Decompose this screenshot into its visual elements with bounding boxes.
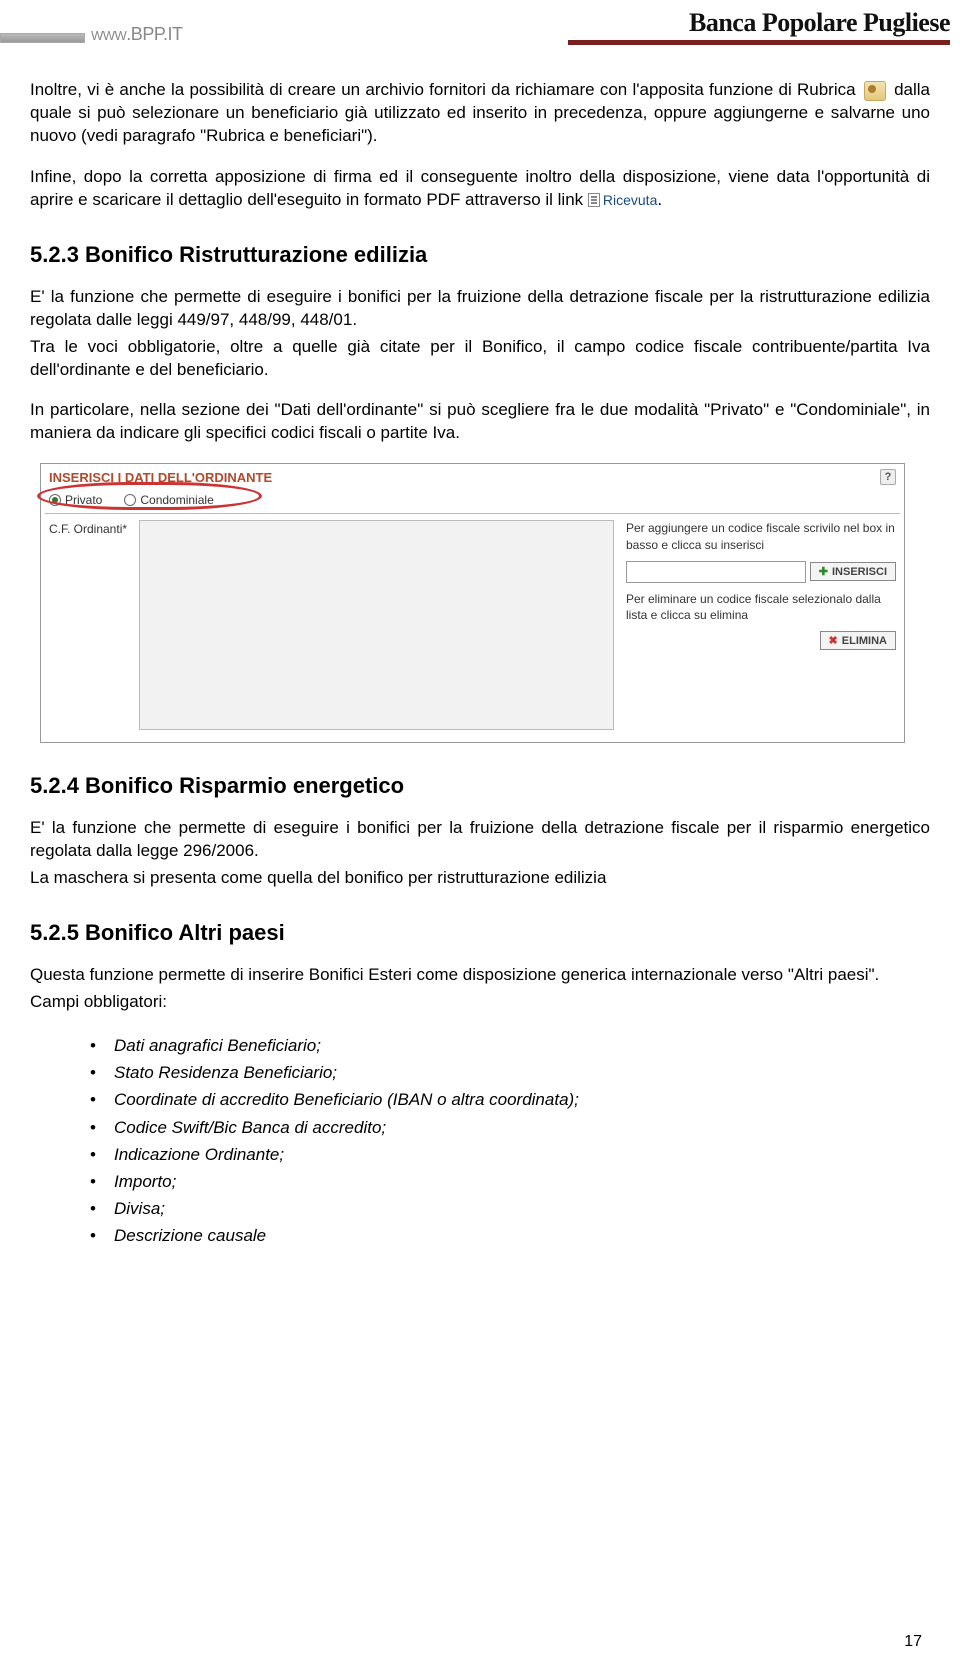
required-fields-list: Dati anagrafici Beneficiario; Stato Resi…: [30, 1032, 930, 1250]
paragraph-rubrica: Inoltre, vi è anche la possibilità di cr…: [30, 79, 930, 148]
radio-privato-label: Privato: [65, 493, 102, 507]
paragraph-ricevuta: Infine, dopo la corretta apposizione di …: [30, 166, 930, 212]
radio-row: Privato Condominiale: [41, 490, 904, 513]
radio-icon: [49, 494, 61, 506]
hint-remove: Per eliminare un codice fiscale selezion…: [626, 591, 896, 623]
section-523-p2: Tra le voci obbligatorie, oltre a quelle…: [30, 336, 930, 382]
header-right: Banca Popolare Pugliese: [568, 8, 950, 45]
rubrica-icon: [864, 81, 886, 101]
cf-listbox[interactable]: [139, 520, 614, 730]
panel-header: INSERISCI I DATI DELL'ORDINANTE ?: [41, 464, 904, 490]
list-item: Indicazione Ordinante;: [90, 1141, 930, 1168]
list-item: Dati anagrafici Beneficiario;: [90, 1032, 930, 1059]
radio-condominiale[interactable]: Condominiale: [124, 493, 213, 507]
radio-privato[interactable]: Privato: [49, 493, 102, 507]
para2-prefix: Infine, dopo la corretta apposizione di …: [30, 167, 930, 209]
para1-prefix: Inoltre, vi è anche la possibilità di cr…: [30, 80, 856, 99]
brand-underline: [568, 40, 950, 45]
delete-label: ELIMINA: [842, 635, 887, 647]
list-item: Importo;: [90, 1168, 930, 1195]
header-decoration-bar: [0, 33, 85, 43]
section-524-p1: E' la funzione che permette di eseguire …: [30, 817, 930, 863]
delete-button[interactable]: ✖ ELIMINA: [820, 631, 896, 650]
cf-input[interactable]: [626, 561, 806, 583]
help-icon[interactable]: ?: [880, 469, 896, 485]
para2-suffix: .: [657, 190, 662, 209]
panel-title: INSERISCI I DATI DELL'ORDINANTE: [49, 470, 272, 485]
cross-icon: ✖: [829, 634, 838, 647]
document-icon: [588, 193, 600, 207]
insert-label: INSERISCI: [832, 566, 887, 578]
radio-condominiale-label: Condominiale: [140, 493, 213, 507]
list-item: Divisa;: [90, 1195, 930, 1222]
section-523-p3: In particolare, nella sezione dei "Dati …: [30, 399, 930, 445]
list-item: Descrizione causale: [90, 1222, 930, 1249]
panel-side: Per aggiungere un codice fiscale scrivil…: [626, 520, 896, 730]
site-url: www.BPP.IT: [91, 24, 183, 45]
ordinante-panel: INSERISCI I DATI DELL'ORDINANTE ? Privat…: [40, 463, 905, 743]
header-left: www.BPP.IT: [0, 24, 183, 45]
ricevuta-link[interactable]: Ricevuta: [588, 191, 657, 210]
page-header: www.BPP.IT Banca Popolare Pugliese: [0, 0, 960, 49]
list-item: Stato Residenza Beneficiario;: [90, 1059, 930, 1086]
insert-row: ✚ INSERISCI: [626, 561, 896, 583]
bank-name: Banca Popolare Pugliese: [568, 8, 950, 38]
ricevuta-label: Ricevuta: [603, 191, 657, 210]
heading-524: 5.2.4 Bonifico Risparmio energetico: [30, 773, 930, 799]
list-item: Codice Swift/Bic Banca di accredito;: [90, 1114, 930, 1141]
section-525-p2: Campi obbligatori:: [30, 991, 930, 1014]
hint-add: Per aggiungere un codice fiscale scrivil…: [626, 520, 896, 552]
heading-525: 5.2.5 Bonifico Altri paesi: [30, 920, 930, 946]
heading-523: 5.2.3 Bonifico Ristrutturazione edilizia: [30, 242, 930, 268]
page-number: 17: [904, 1633, 922, 1651]
cf-label: C.F. Ordinanti*: [49, 520, 127, 730]
section-523-p1: E' la funzione che permette di eseguire …: [30, 286, 930, 332]
insert-button[interactable]: ✚ INSERISCI: [810, 562, 896, 581]
panel-body: C.F. Ordinanti* Per aggiungere un codice…: [41, 514, 904, 742]
plus-icon: ✚: [819, 565, 828, 578]
list-item: Coordinate di accredito Beneficiario (IB…: [90, 1086, 930, 1113]
section-525-p1: Questa funzione permette di inserire Bon…: [30, 964, 930, 987]
section-524-p2: La maschera si presenta come quella del …: [30, 867, 930, 890]
radio-icon: [124, 494, 136, 506]
